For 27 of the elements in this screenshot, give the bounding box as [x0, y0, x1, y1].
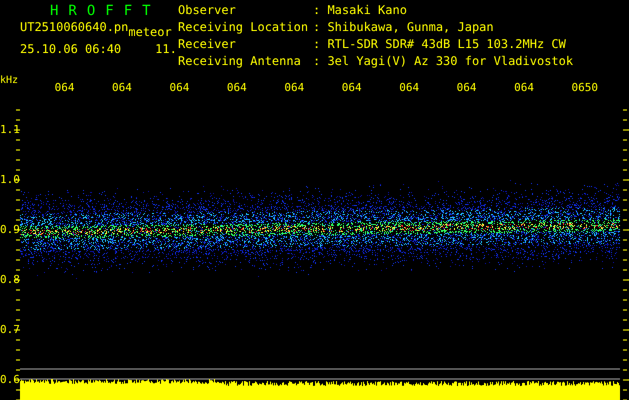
info-label: Receiving Location [178, 21, 310, 36]
info-value: : Shibukawa, Gunma, Japan [313, 21, 495, 36]
info-value: : RTL-SDR SDR# 43dB L15 103.2MHz CW [313, 38, 567, 53]
info-value: : 3el Yagi(V) Az 330 for Vladivostok [313, 55, 574, 70]
time-label: 064 [226, 81, 248, 96]
info-value: : Masaki Kano [313, 4, 408, 19]
time-label: 064 [112, 81, 133, 96]
event-tag: meteor [128, 26, 172, 38]
frequency-label: 1.1 [0, 122, 20, 138]
time-label: 064 [456, 81, 478, 96]
timestamp: 25.10.06 06:40 [20, 42, 122, 55]
info-label: Receiving Antenna [178, 55, 302, 70]
time-label: 064 [54, 81, 76, 96]
app-title: HROFFT [49, 3, 162, 19]
time-label: 064 [284, 81, 306, 96]
frequency-label: 0.6 [0, 372, 20, 388]
time-label: 064 [514, 81, 535, 96]
time-label: 0650 [572, 81, 600, 96]
unit-label: kHz [0, 74, 20, 86]
time-label: 064 [169, 81, 190, 96]
frequency-label: 0.7 [0, 322, 20, 338]
counter: 11. [155, 42, 177, 55]
time-label: 064 [342, 81, 363, 96]
time-label: 064 [399, 81, 420, 96]
info-label: Receiver [178, 38, 237, 53]
info-label: Observer [178, 4, 237, 19]
file-name: UT2510060640.pn [20, 21, 128, 34]
